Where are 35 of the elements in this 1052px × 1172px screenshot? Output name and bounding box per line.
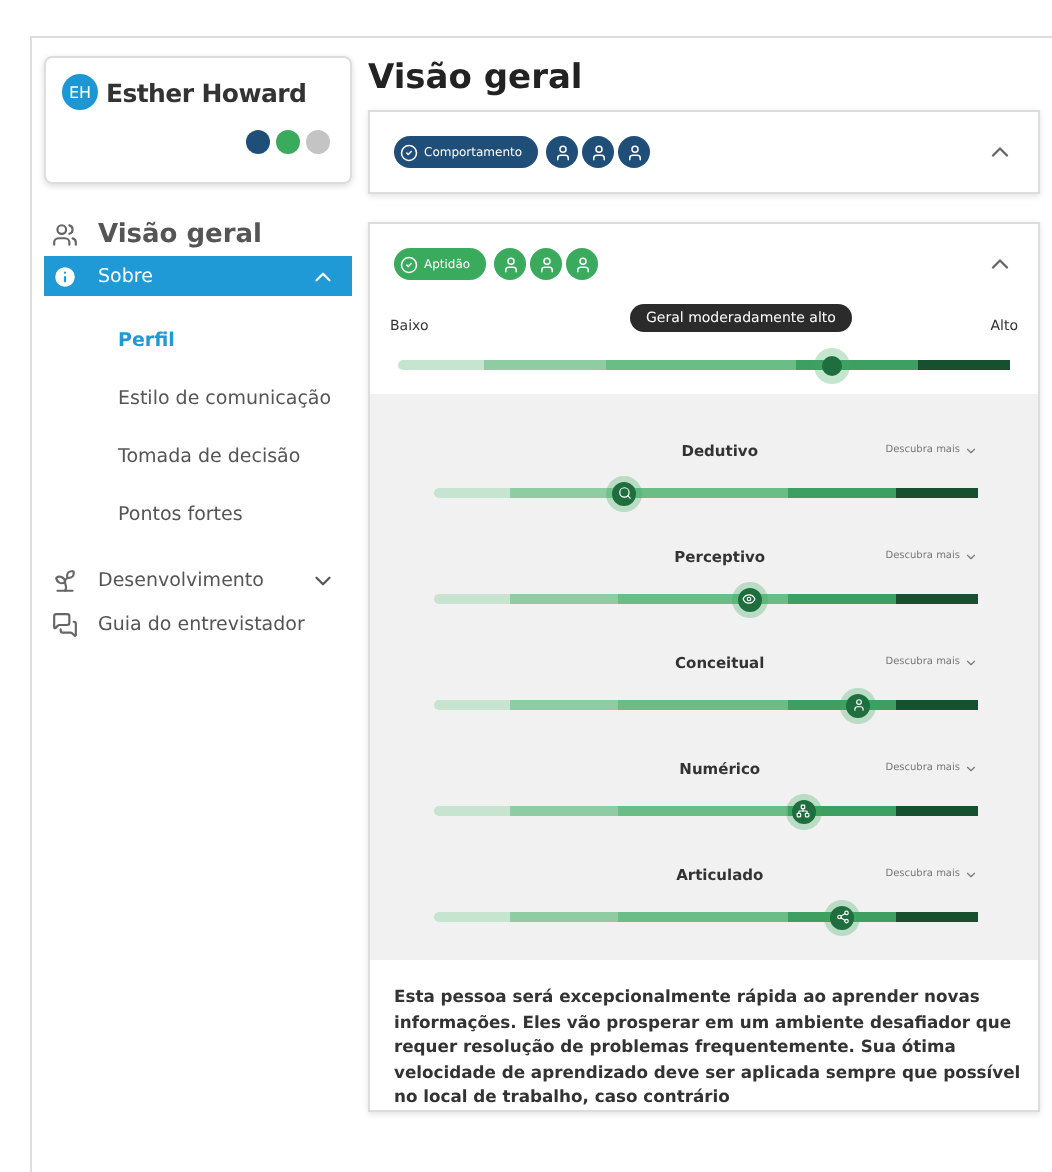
people-icon <box>52 221 78 247</box>
sidebar-subitem[interactable]: Estilo de comunicação <box>44 370 352 428</box>
chevron-down-icon <box>964 443 978 457</box>
chevron-down-icon <box>964 761 978 775</box>
check-icon <box>400 143 418 161</box>
avatar: EH <box>62 74 98 110</box>
sidebar-subitem[interactable]: Perfil <box>44 312 352 370</box>
trait-icon <box>618 136 651 168</box>
trait-icon <box>582 136 615 168</box>
slider-thumb[interactable] <box>737 587 762 611</box>
sidebar-item[interactable]: Sobre <box>44 256 352 296</box>
check-icon <box>400 255 418 273</box>
trait-icon <box>494 248 527 280</box>
slider-thumb[interactable] <box>791 799 816 823</box>
chevron-down-icon <box>964 867 978 881</box>
chevron-down-icon <box>964 549 978 563</box>
slider-thumb[interactable] <box>822 355 843 375</box>
trait-icon <box>546 136 579 168</box>
sidebar-item[interactable]: Visão geral <box>44 212 352 256</box>
sprout-icon <box>52 567 78 593</box>
sidebar-subitem[interactable]: Pontos fortes <box>44 486 352 544</box>
profile-name: Esther Howard <box>106 77 307 107</box>
slider-thumb[interactable] <box>830 905 854 929</box>
chat-icon <box>52 611 78 637</box>
slider-thumb[interactable] <box>612 481 637 505</box>
chevron-down-icon <box>964 655 978 669</box>
sidebar-item[interactable]: Desenvolvimento <box>44 560 352 600</box>
summary-text: Esta pessoa será excepcionalmente rápida ao aprender novas informações. Eles vão prosperar em um ambiente desafiador que requer resolução de problemas frequentemente. Sua ótima velocidade de aprendizado deve ser aplicada sempre que possível no local de trabalho, caso contrário <box>392 984 1023 1109</box>
trait-icon <box>566 248 599 280</box>
info-icon <box>52 263 78 289</box>
sidebar-subitem[interactable]: Tomada de decisão <box>44 428 352 486</box>
sidebar-item[interactable]: Guia do entrevistador <box>44 604 352 644</box>
slider-thumb[interactable] <box>846 693 871 717</box>
trait-icon <box>530 248 563 280</box>
page-title: Visão geral <box>368 58 585 98</box>
